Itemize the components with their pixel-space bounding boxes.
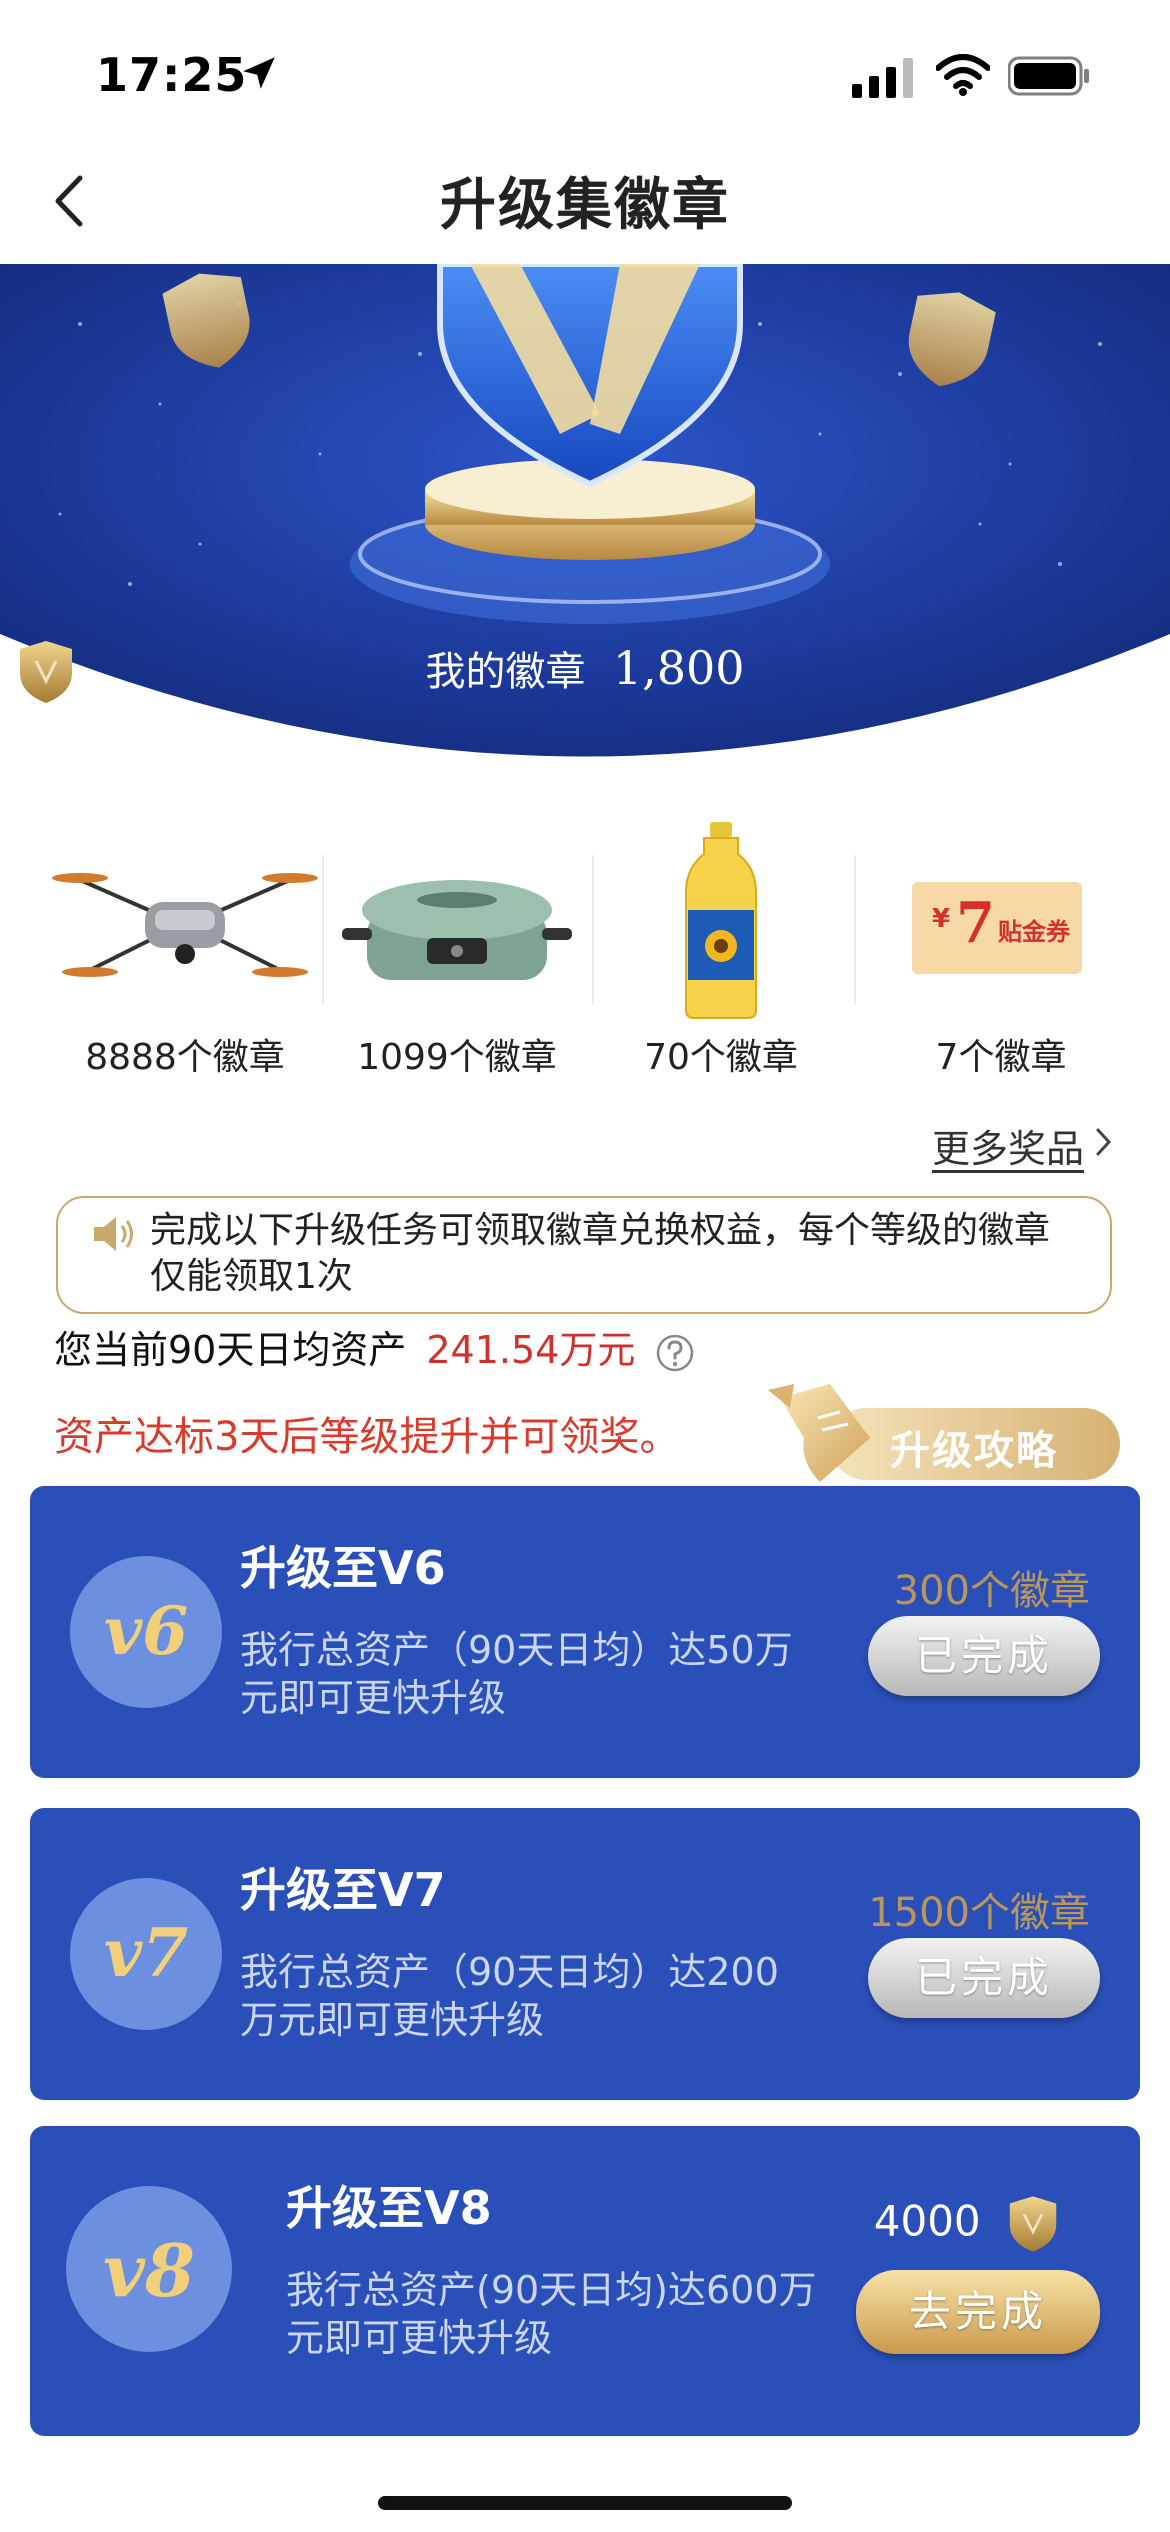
assets-line: 您当前90天日均资产 241.54万元 [54, 1320, 695, 1380]
level-card-v6: v6 升级至V6 我行总资产（90天日均）达50万元即可更快升级 300个徽章 … [30, 1486, 1140, 1778]
chevron-right-icon[interactable] [1094, 1124, 1114, 1160]
assets-label: 您当前90天日均资产 [54, 1328, 407, 1372]
coupon-graphic: ¥ 7 贴金券 [866, 820, 1136, 1020]
cooking-oil-icon [685, 822, 757, 1019]
page-title: 升级集徽章 [440, 173, 730, 238]
level-badge-text: v7 [103, 1914, 189, 1992]
prize-item-coupon[interactable]: ¥ 7 贴金券 7个徽章 [866, 800, 1136, 1090]
reward-amount: 4000 [873, 2196, 981, 2246]
upgrade-guide-button[interactable]: 升级攻略 [760, 1378, 1120, 1488]
level-badge-text: v6 [103, 1592, 189, 1670]
nav-bar: 升级集徽章 [0, 140, 1170, 264]
level-reward: 300个徽章 [893, 1568, 1090, 1614]
level-reward: 4000 [874, 2192, 1058, 2256]
level-title: 升级至V6 [240, 1541, 446, 1595]
badge-label: 我的徽章 [425, 649, 586, 695]
prize-label: 1099个徽章 [357, 1037, 557, 1078]
level-status-button[interactable]: 已完成 [868, 1938, 1100, 2018]
coupon-body: ¥ 7 贴金券 [912, 882, 1082, 974]
badge-count: 1,800 [612, 641, 745, 695]
hero-banner: 我的徽章 1,800 [0, 264, 1170, 779]
level-badge-v6: v6 [70, 1556, 222, 1708]
my-badge-count: 我的徽章 1,800 [0, 639, 1170, 703]
level-badge-v8: v8 [66, 2186, 232, 2352]
assets-value: 241.54万元 [426, 1328, 636, 1372]
coupon-text: 贴金券 [998, 918, 1070, 946]
assets-note: 资产达标3天后等级提升并可领奖。 [54, 1414, 680, 1460]
wifi-icon [936, 54, 990, 96]
drone-icon [52, 873, 318, 977]
level-badge-v7: v7 [70, 1878, 222, 2030]
prize-list: 8888个徽章 1099个徽章 70个徽章 ¥ 7 贴金券 7个徽章 [0, 800, 1170, 1100]
level-title: 升级至V7 [240, 1863, 446, 1917]
level-badge-text: v8 [103, 2228, 195, 2313]
prize-item-oil[interactable]: 70个徽章 [586, 800, 856, 1090]
notice-box: 完成以下升级任务可领取徽章兑换权益，每个等级的徽章仅能领取1次 [56, 1196, 1112, 1314]
prize-item-drone[interactable]: 8888个徽章 [50, 800, 320, 1090]
badge-shield-icon [1009, 2196, 1057, 2252]
level-card-v7: v7 升级至V7 我行总资产（90天日均）达200万元即可更快升级 1500个徽… [30, 1808, 1140, 2100]
divider [854, 855, 856, 1005]
prize-label: 7个徽章 [935, 1037, 1067, 1078]
prize-label: 8888个徽章 [85, 1037, 285, 1078]
level-card-v8: v8 升级至V8 我行总资产(90天日均)达600万元即可更快升级 4000 去… [30, 2126, 1140, 2436]
level-desc: 我行总资产（90天日均）达200万元即可更快升级 [240, 1950, 779, 2042]
home-indicator [378, 2496, 792, 2510]
prize-item-grill[interactable]: 1099个徽章 [322, 800, 592, 1090]
level-reward: 1500个徽章 [868, 1890, 1090, 1936]
location-arrow-icon [243, 57, 275, 89]
level-desc: 我行总资产（90天日均）达50万元即可更快升级 [240, 1628, 793, 1720]
status-time: 17:25 [96, 48, 248, 102]
hero-background [0, 264, 1170, 757]
help-question-icon[interactable] [655, 1333, 695, 1373]
prize-label: 70个徽章 [644, 1037, 798, 1078]
level-desc: 我行总资产(90天日均)达600万元即可更快升级 [286, 2268, 817, 2360]
status-bar: 17:25 [0, 0, 1170, 140]
go-complete-button[interactable]: 去完成 [856, 2270, 1100, 2354]
cellular-signal-icon [852, 58, 913, 98]
guide-label: 升级攻略 [890, 1428, 1058, 1474]
level-title: 升级至V8 [286, 2181, 492, 2235]
speaker-icon [94, 1217, 133, 1251]
notice-text: 完成以下升级任务可领取徽章兑换权益，每个等级的徽章仅能领取1次 [150, 1210, 1051, 1297]
coupon-currency: ¥ [932, 904, 951, 934]
level-status-button[interactable]: 已完成 [868, 1616, 1100, 1696]
battery-icon [1008, 56, 1089, 96]
more-prizes-link[interactable]: 更多奖品 [932, 1118, 1084, 1173]
grill-pan-icon [342, 880, 572, 980]
coupon-amount: 7 [956, 890, 995, 956]
scroll-icon [768, 1384, 870, 1482]
badge-shield-icon [20, 641, 72, 703]
